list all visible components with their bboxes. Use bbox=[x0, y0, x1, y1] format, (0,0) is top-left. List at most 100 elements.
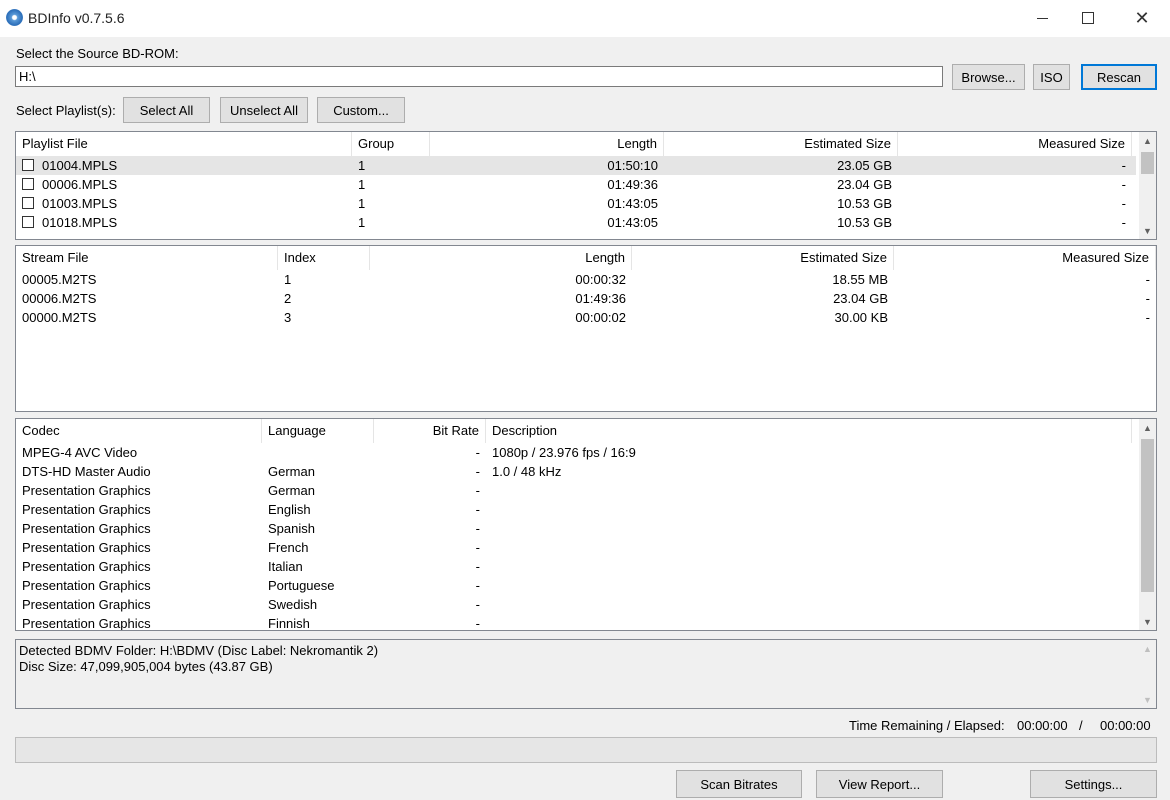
column-measured-size[interactable]: Measured Size bbox=[894, 246, 1156, 270]
stream-row[interactable]: 00006.M2TS 2 01:49:36 23.04 GB - bbox=[16, 289, 1156, 308]
playlist-measured-size: - bbox=[1121, 196, 1126, 211]
playlist-file: 01018.MPLS bbox=[42, 215, 118, 230]
codec-language bbox=[262, 443, 374, 462]
stream-length: 00:00:32 bbox=[575, 272, 626, 287]
codec-bit-rate: - bbox=[475, 483, 480, 498]
minimize-button[interactable] bbox=[1019, 0, 1065, 36]
playlist-group: 1 bbox=[358, 177, 366, 192]
chevron-up-icon[interactable]: ▲ bbox=[1139, 419, 1156, 436]
codec-scroll-thumb[interactable] bbox=[1141, 439, 1154, 592]
playlist-row[interactable]: 01004.MPLS 1 01:50:10 23.05 GB - bbox=[16, 156, 1136, 175]
column-index[interactable]: Index bbox=[278, 246, 370, 270]
playlist-file: 01003.MPLS bbox=[42, 196, 118, 211]
codec-scrollbar[interactable]: ▲ ▼ bbox=[1139, 419, 1156, 630]
stream-index: 2 bbox=[284, 291, 292, 306]
playlist-row[interactable]: 00006.MPLS 1 01:49:36 23.04 GB - bbox=[16, 175, 1136, 194]
codec-row[interactable]: Presentation Graphics Swedish - bbox=[16, 595, 1136, 614]
playlist-checkbox[interactable] bbox=[22, 159, 34, 171]
stream-file: 00006.M2TS bbox=[22, 291, 97, 306]
playlist-scroll-thumb[interactable] bbox=[1141, 152, 1154, 174]
column-language[interactable]: Language bbox=[262, 419, 374, 443]
codec-language: Swedish bbox=[268, 597, 318, 612]
column-description[interactable]: Description bbox=[486, 419, 1132, 443]
codec-language: Portuguese bbox=[268, 578, 335, 593]
source-path-input[interactable]: H:\ bbox=[15, 66, 943, 87]
unselect-all-button[interactable]: Unselect All bbox=[220, 97, 308, 123]
stream-measured-size: - bbox=[1145, 291, 1150, 306]
chevron-down-icon[interactable]: ▼ bbox=[1139, 691, 1156, 708]
codec-language: English bbox=[268, 502, 311, 517]
playlist-scrollbar[interactable]: ▲ ▼ bbox=[1139, 132, 1156, 239]
chevron-up-icon[interactable]: ▲ bbox=[1139, 132, 1156, 149]
column-measured-size[interactable]: Measured Size bbox=[898, 132, 1132, 156]
settings-button[interactable]: Settings... bbox=[1030, 770, 1157, 798]
column-codec[interactable]: Codec bbox=[16, 419, 262, 443]
codec-description bbox=[486, 500, 1132, 519]
codec-name: Presentation Graphics bbox=[22, 559, 151, 574]
column-group[interactable]: Group bbox=[352, 132, 430, 156]
playlist-estimated-size: 23.04 GB bbox=[837, 177, 892, 192]
playlist-row[interactable]: 01003.MPLS 1 01:43:05 10.53 GB - bbox=[16, 194, 1136, 213]
playlist-row[interactable]: 01018.MPLS 1 01:43:05 10.53 GB - bbox=[16, 213, 1136, 232]
maximize-button[interactable] bbox=[1065, 0, 1111, 36]
playlist-length: 01:43:05 bbox=[607, 215, 658, 230]
stream-estimated-size: 30.00 KB bbox=[834, 310, 889, 325]
codec-name: Presentation Graphics bbox=[22, 616, 151, 631]
playlist-checkbox[interactable] bbox=[22, 178, 34, 190]
codec-language: Finnish bbox=[268, 616, 310, 631]
codec-list[interactable]: Codec Language Bit Rate Description MPEG… bbox=[15, 418, 1157, 631]
codec-language: German bbox=[268, 483, 315, 498]
playlist-length: 01:49:36 bbox=[607, 177, 658, 192]
codec-row[interactable]: Presentation Graphics Portuguese - bbox=[16, 576, 1136, 595]
codec-row[interactable]: Presentation Graphics German - bbox=[16, 481, 1136, 500]
time-remaining-label: Time Remaining / Elapsed: bbox=[849, 718, 1005, 733]
codec-row[interactable]: DTS-HD Master Audio German - 1.0 / 48 kH… bbox=[16, 462, 1136, 481]
playlist-group: 1 bbox=[358, 196, 366, 211]
codec-name: Presentation Graphics bbox=[22, 521, 151, 536]
playlist-checkbox[interactable] bbox=[22, 197, 34, 209]
select-all-button[interactable]: Select All bbox=[123, 97, 210, 123]
chevron-down-icon[interactable]: ▼ bbox=[1139, 222, 1156, 239]
stream-measured-size: - bbox=[1145, 310, 1150, 325]
column-bit-rate[interactable]: Bit Rate bbox=[374, 419, 486, 443]
codec-row[interactable]: MPEG-4 AVC Video - 1080p / 23.976 fps / … bbox=[16, 443, 1136, 462]
codec-row[interactable]: Presentation Graphics English - bbox=[16, 500, 1136, 519]
scan-bitrates-button[interactable]: Scan Bitrates bbox=[676, 770, 802, 798]
playlist-group: 1 bbox=[358, 158, 366, 173]
status-box: Detected BDMV Folder: H:\BDMV (Disc Labe… bbox=[15, 639, 1157, 709]
playlist-checkbox[interactable] bbox=[22, 216, 34, 228]
chevron-up-icon[interactable]: ▲ bbox=[1139, 640, 1156, 657]
rescan-button[interactable]: Rescan bbox=[1081, 64, 1157, 90]
iso-button[interactable]: ISO bbox=[1033, 64, 1070, 90]
column-stream-file[interactable]: Stream File bbox=[16, 246, 278, 270]
playlist-list[interactable]: Playlist File Group Length Estimated Siz… bbox=[15, 131, 1157, 240]
codec-row[interactable]: Presentation Graphics Italian - bbox=[16, 557, 1136, 576]
column-playlist-file[interactable]: Playlist File bbox=[16, 132, 352, 156]
codec-description: 1080p / 23.976 fps / 16:9 bbox=[492, 445, 636, 460]
codec-language: German bbox=[268, 464, 315, 479]
column-estimated-size[interactable]: Estimated Size bbox=[664, 132, 898, 156]
codec-row[interactable]: Presentation Graphics Finnish - bbox=[16, 614, 1136, 631]
stream-list[interactable]: Stream File Index Length Estimated Size … bbox=[15, 245, 1157, 412]
codec-language: Spanish bbox=[268, 521, 315, 536]
stream-row[interactable]: 00000.M2TS 3 00:00:02 30.00 KB - bbox=[16, 308, 1156, 327]
maximize-icon bbox=[1082, 12, 1094, 24]
codec-name: MPEG-4 AVC Video bbox=[22, 445, 138, 460]
stream-row[interactable]: 00005.M2TS 1 00:00:32 18.55 MB - bbox=[16, 270, 1156, 289]
codec-row[interactable]: Presentation Graphics Spanish - bbox=[16, 519, 1136, 538]
column-estimated-size[interactable]: Estimated Size bbox=[632, 246, 894, 270]
playlist-list-header: Playlist File Group Length Estimated Siz… bbox=[16, 132, 1136, 156]
playlist-estimated-size: 10.53 GB bbox=[837, 215, 892, 230]
view-report-button[interactable]: View Report... bbox=[816, 770, 943, 798]
playlist-estimated-size: 23.05 GB bbox=[837, 158, 892, 173]
playlist-file: 01004.MPLS bbox=[42, 158, 118, 173]
codec-row[interactable]: Presentation Graphics French - bbox=[16, 538, 1136, 557]
browse-button[interactable]: Browse... bbox=[952, 64, 1025, 90]
stream-measured-size: - bbox=[1145, 272, 1150, 287]
custom-button[interactable]: Custom... bbox=[317, 97, 405, 123]
close-button[interactable]: ✕ bbox=[1119, 0, 1165, 36]
status-scrollbar[interactable]: ▲ ▼ bbox=[1139, 640, 1156, 708]
column-length[interactable]: Length bbox=[430, 132, 664, 156]
column-length[interactable]: Length bbox=[370, 246, 632, 270]
chevron-down-icon[interactable]: ▼ bbox=[1139, 613, 1156, 630]
